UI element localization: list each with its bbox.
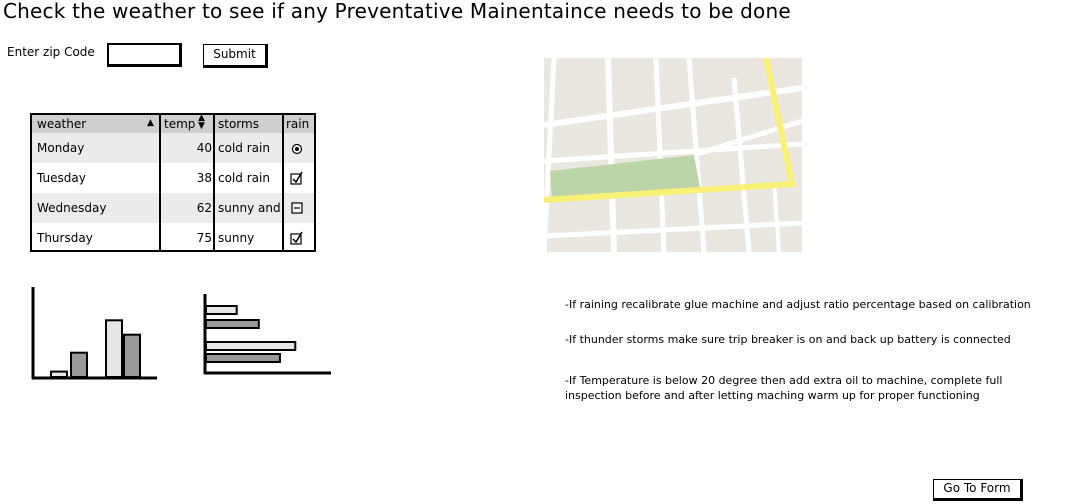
storms-cell: sunny and [218,201,281,215]
zip-code-input[interactable] [107,43,182,67]
column-chart-bar [70,351,88,378]
column-divider [159,115,161,250]
sort-asc-icon[interactable]: ▲ [147,118,154,128]
radio-selected-icon[interactable] [291,143,303,155]
column-divider [282,115,284,250]
temp-cell: 40 [196,141,212,155]
weather-table: Monday 40 cold rain Tuesday 38 cold rain… [30,113,316,252]
map-graphic [544,58,802,252]
column-chart [31,287,157,380]
column-divider [213,115,215,250]
table-row[interactable]: Tuesday 38 cold rain [32,163,314,193]
day-cell: Wednesday [37,201,107,215]
column-chart-bar [105,319,123,378]
table-row[interactable]: Monday 40 cold rain [32,133,314,163]
temp-cell: 62 [196,201,212,215]
maintenance-note-temperature-cont: inspection before and after letting mach… [565,389,980,402]
column-chart-bar [123,333,141,378]
bar-chart-bar [205,305,238,315]
maintenance-note-rain: -If raining recalibrate glue machine and… [565,298,1031,311]
table-header: weather ▲ temp ▲ ▼ storms rain [32,114,314,133]
maintenance-note-temperature: -If Temperature is below 20 degree then … [565,374,1003,387]
column-chart-bar [50,370,68,378]
submit-button[interactable]: Submit [203,44,268,68]
header-rain[interactable]: rain [286,115,309,133]
checkbox-indeterminate-icon[interactable] [291,202,303,214]
header-temp[interactable]: temp [164,115,195,133]
storms-cell: sunny [218,231,255,245]
bar-chart-bar [205,341,297,351]
zip-code-label: Enter zip Code [7,45,95,59]
bar-chart [203,294,331,375]
go-to-form-button[interactable]: Go To Form [933,479,1023,501]
day-cell: Monday [37,141,85,155]
bar-chart-bar [205,319,260,329]
temp-cell: 75 [196,231,212,245]
map-view[interactable] [544,58,802,252]
checkbox-checked-icon[interactable] [290,171,304,185]
day-cell: Tuesday [37,171,86,185]
temp-cell: 38 [196,171,212,185]
day-cell: Thursday [37,231,93,245]
page-title: Check the weather to see if any Preventa… [3,0,791,23]
header-storms[interactable]: storms [218,115,259,133]
checkbox-checked-icon[interactable] [290,231,304,245]
sort-both-icon[interactable]: ▲ ▼ [198,114,205,131]
maintenance-note-storms: -If thunder storms make sure trip breake… [565,333,1011,346]
storms-cell: cold rain [218,141,270,155]
table-row[interactable]: Thursday 75 sunny [32,223,314,250]
storms-cell: cold rain [218,171,270,185]
bar-chart-bar [205,353,281,363]
header-weather[interactable]: weather [37,115,86,133]
table-row[interactable]: Wednesday 62 sunny and [32,193,314,223]
